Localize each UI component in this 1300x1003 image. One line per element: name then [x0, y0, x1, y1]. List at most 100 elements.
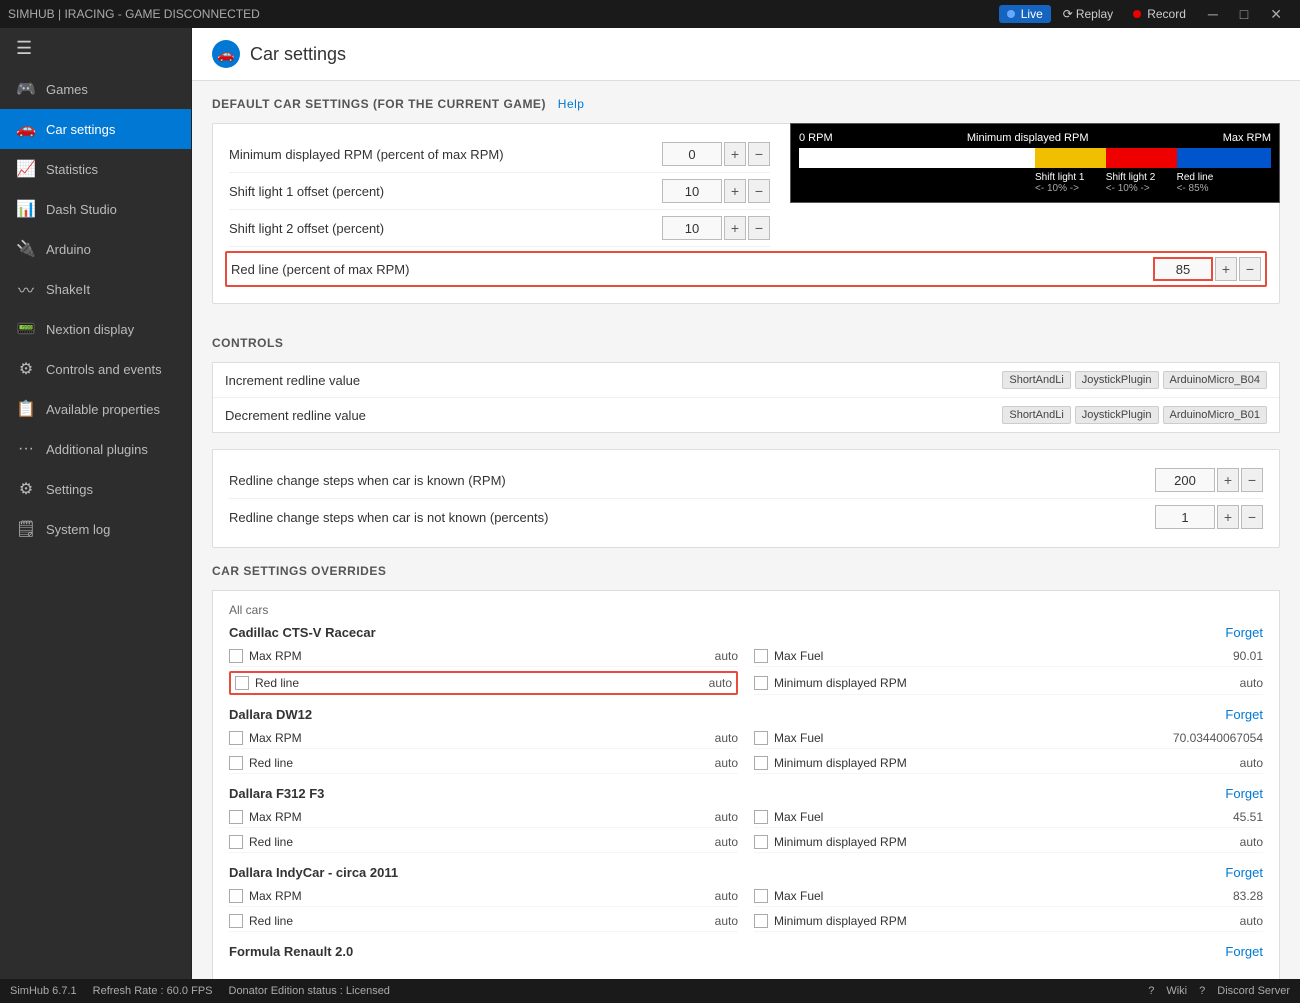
dw12-max-rpm-check[interactable] — [229, 731, 243, 745]
redline-value: 85 — [1153, 257, 1213, 281]
indycar-red-line: Red line auto — [229, 911, 738, 932]
indycar-redline-check[interactable] — [229, 914, 243, 928]
rpm-segment-shift2: Shift light 2 <- 10% -> — [1106, 172, 1177, 194]
indycar-min-rpm-check[interactable] — [754, 914, 768, 928]
f312-max-fuel-check[interactable] — [754, 810, 768, 824]
cadillac-redline-check[interactable] — [235, 676, 249, 690]
sidebar-item-games[interactable]: 🎮 Games — [0, 69, 191, 109]
redline-increment[interactable]: + — [1215, 257, 1237, 281]
sidebar-item-additional[interactable]: ··· Additional plugins — [0, 429, 191, 469]
indycar-redline-value: auto — [715, 914, 738, 928]
tag-arduino-inc: ArduinoMicro_B04 — [1163, 371, 1268, 389]
f312-min-rpm-value: auto — [1240, 835, 1263, 849]
minimize-button[interactable]: ─ — [1198, 4, 1228, 25]
cadillac-redline-label: Red line — [255, 676, 703, 690]
record-button[interactable]: Record — [1125, 5, 1194, 23]
forget-indycar[interactable]: Forget — [1225, 865, 1263, 880]
min-rpm-decrement[interactable]: − — [748, 142, 770, 166]
step-unknown-decrement[interactable]: − — [1241, 505, 1263, 529]
cadillac-min-rpm: Minimum displayed RPM auto — [754, 671, 1263, 695]
dw12-min-rpm-check[interactable] — [754, 756, 768, 770]
shift2-increment[interactable]: + — [724, 216, 746, 240]
step-unknown-value: 1 — [1155, 505, 1215, 529]
app-body: ☰ 🎮 Games 🚗 Car settings 📈 Statistics 📊 … — [0, 28, 1300, 979]
step-unknown-row: Redline change steps when car is not kno… — [229, 499, 1263, 535]
sidebar-item-statistics[interactable]: 📈 Statistics — [0, 149, 191, 189]
shakelt-icon: 〰 — [16, 279, 36, 299]
step-known-label: Redline change steps when car is known (… — [229, 473, 1155, 488]
dw12-redline-check[interactable] — [229, 756, 243, 770]
car-name-dw12: Dallara DW12 Forget — [229, 707, 1263, 722]
sidebar-label-settings: Settings — [46, 482, 93, 497]
system-log-icon: 🗒 — [16, 519, 36, 539]
live-button[interactable]: Live — [999, 5, 1051, 23]
sidebar-item-dash-studio[interactable]: 📊 Dash Studio — [0, 189, 191, 229]
cadillac-min-rpm-label: Minimum displayed RPM — [774, 676, 1234, 690]
step-known-row: Redline change steps when car is known (… — [229, 462, 1263, 499]
f312-max-rpm-check[interactable] — [229, 810, 243, 824]
close-button[interactable]: ✕ — [1260, 4, 1292, 25]
controls-row-decrement: Decrement redline value ShortAndLi Joyst… — [213, 398, 1279, 432]
forget-renault[interactable]: Forget — [1225, 944, 1263, 959]
f312-max-fuel: Max Fuel 45.51 — [754, 807, 1263, 828]
main-content: 🚗 Car settings DEFAULT CAR SETTINGS (FOR… — [192, 28, 1300, 979]
sidebar-item-settings[interactable]: ⚙ Settings — [0, 469, 191, 509]
default-settings-section: DEFAULT CAR SETTINGS (FOR THE CURRENT GA… — [212, 97, 1280, 320]
shift2-decrement[interactable]: − — [748, 216, 770, 240]
sidebar-label-arduino: Arduino — [46, 242, 91, 257]
f312-min-rpm-check[interactable] — [754, 835, 768, 849]
content-area: DEFAULT CAR SETTINGS (FOR THE CURRENT GA… — [192, 81, 1300, 979]
shift1-decrement[interactable]: − — [748, 179, 770, 203]
cadillac-max-rpm-check[interactable] — [229, 649, 243, 663]
dw12-max-fuel-label: Max Fuel — [774, 731, 1167, 745]
min-rpm-increment[interactable]: + — [724, 142, 746, 166]
donator-label: Donator Edition status : Licensed — [229, 985, 390, 997]
statusbar-left: SimHub 6.7.1 Refresh Rate : 60.0 FPS Don… — [10, 985, 390, 997]
sidebar-item-shakelt[interactable]: 〰 ShakeIt — [0, 269, 191, 309]
step-known-increment[interactable]: + — [1217, 468, 1239, 492]
wiki-link[interactable]: Wiki — [1166, 985, 1187, 997]
menu-toggle[interactable]: ☰ — [0, 28, 191, 69]
shift2-value: 10 — [662, 216, 722, 240]
car-name-renault: Formula Renault 2.0 Forget — [229, 944, 1263, 959]
f312-max-rpm-value: auto — [715, 810, 738, 824]
rpm-bar-white — [799, 148, 1035, 168]
forget-cadillac[interactable]: Forget — [1225, 625, 1263, 640]
replay-button[interactable]: ⟳ Replay — [1055, 5, 1121, 23]
rpm-label-max: Max RPM — [1223, 132, 1271, 144]
dw12-redline-label: Red line — [249, 756, 709, 770]
sidebar-item-controls[interactable]: ⚙ Controls and events — [0, 349, 191, 389]
cadillac-max-rpm-value: auto — [715, 649, 738, 663]
sidebar-item-arduino[interactable]: 🔌 Arduino — [0, 229, 191, 269]
rpm-bar-yellow — [1035, 148, 1106, 168]
redline-label: Red line — [1177, 172, 1271, 183]
discord-link[interactable]: Discord Server — [1217, 985, 1290, 997]
sidebar-item-available-props[interactable]: 📋 Available properties — [0, 389, 191, 429]
forget-dw12[interactable]: Forget — [1225, 707, 1263, 722]
step-unknown-increment[interactable]: + — [1217, 505, 1239, 529]
indycar-max-fuel-check[interactable] — [754, 889, 768, 903]
controls-section: CONTROLS Increment redline value ShortAn… — [212, 336, 1280, 548]
sidebar-item-system-log[interactable]: 🗒 System log — [0, 509, 191, 549]
maximize-button[interactable]: □ — [1230, 4, 1258, 25]
cadillac-min-rpm-check[interactable] — [754, 676, 768, 690]
shift1-increment[interactable]: + — [724, 179, 746, 203]
version-label: SimHub 6.7.1 — [10, 985, 77, 997]
decrement-tags: ShortAndLi JoystickPlugin ArduinoMicro_B… — [1002, 406, 1267, 424]
indycar-max-rpm-check[interactable] — [229, 889, 243, 903]
indycar-max-fuel-value: 83.28 — [1233, 889, 1263, 903]
tag-arduino-dec: ArduinoMicro_B01 — [1163, 406, 1268, 424]
cadillac-max-fuel-check[interactable] — [754, 649, 768, 663]
sidebar-label-nextion: Nextion display — [46, 322, 134, 337]
redline-decrement[interactable]: − — [1239, 257, 1261, 281]
step-known-decrement[interactable]: − — [1241, 468, 1263, 492]
settings-and-visual: 0 RPM Minimum displayed RPM Max RPM — [212, 123, 1280, 320]
sidebar-item-nextion[interactable]: 📟 Nextion display — [0, 309, 191, 349]
dw12-max-fuel-check[interactable] — [754, 731, 768, 745]
sidebar-item-car-settings[interactable]: 🚗 Car settings — [0, 109, 191, 149]
car-name-indycar: Dallara IndyCar - circa 2011 Forget — [229, 865, 1263, 880]
f312-redline-check[interactable] — [229, 835, 243, 849]
forget-f312[interactable]: Forget — [1225, 786, 1263, 801]
page-header: 🚗 Car settings — [192, 28, 1300, 81]
help-link[interactable]: Help — [558, 97, 585, 111]
